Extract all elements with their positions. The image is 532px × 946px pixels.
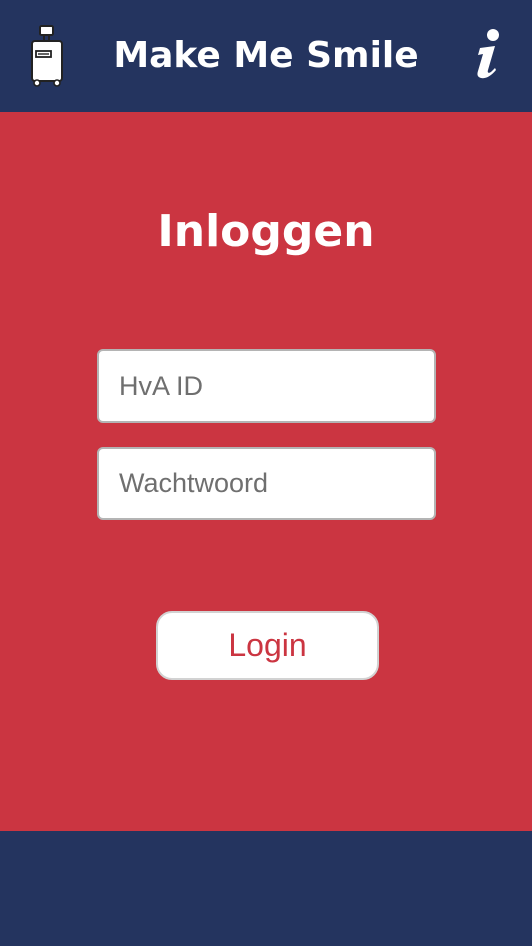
app-title: Make Me Smile [113,35,419,76]
hva-id-input[interactable] [97,349,436,423]
login-button[interactable]: Login [156,611,379,680]
header-bar: Make Me Smile [0,0,532,112]
app: Make Me Smile Inloggen Login [0,0,532,946]
password-input[interactable] [97,447,436,520]
suitcase-icon [29,24,65,88]
footer-bar [0,831,532,946]
info-icon[interactable] [468,26,508,82]
login-panel: Inloggen Login [0,112,532,831]
page-title: Inloggen [157,206,375,257]
